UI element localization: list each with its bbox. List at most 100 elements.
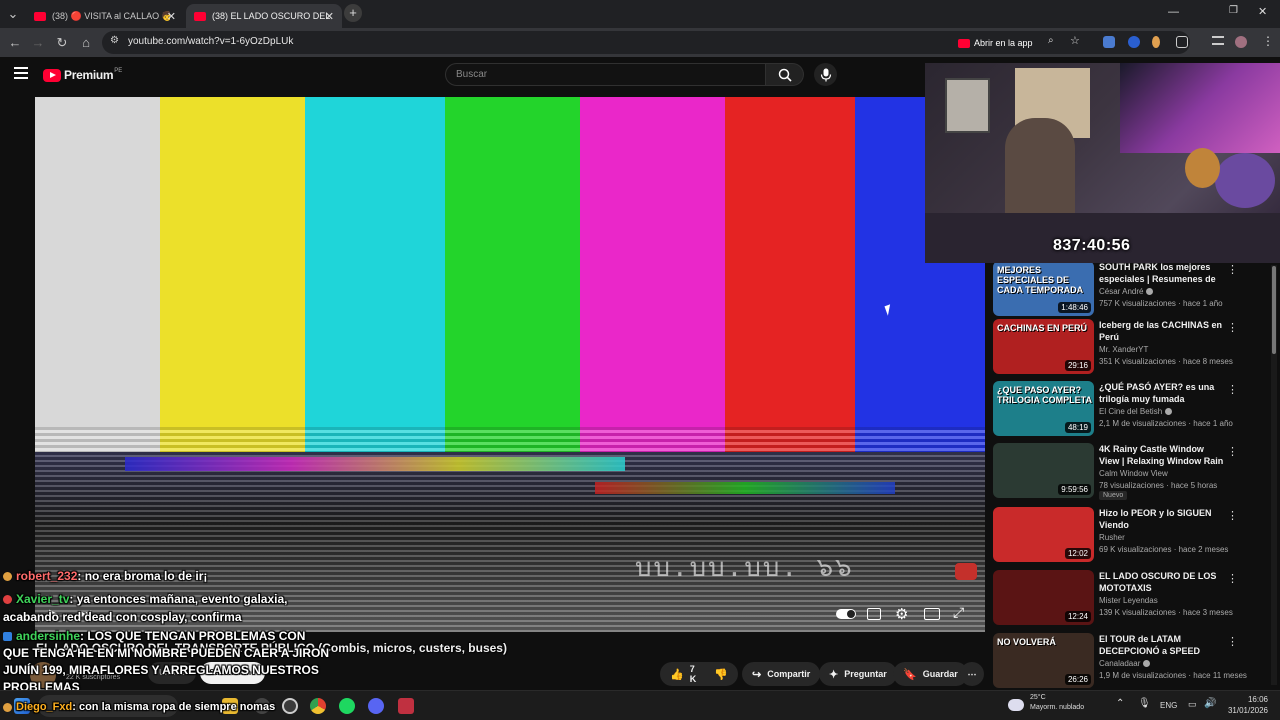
video-thumbnail[interactable]: 9:59:56 [993, 443, 1094, 498]
close-tab-icon[interactable]: ✕ [325, 10, 334, 23]
video-thumbnail[interactable]: ¿QUE PASO AYER? TRILOGIA COMPLETA 48:19 [993, 381, 1094, 436]
new-tab-button[interactable]: + [344, 4, 362, 22]
thumbnail-text: CACHINAS EN PERÚ [997, 323, 1088, 333]
save-button[interactable]: 🔖 Guardar [893, 662, 968, 686]
more-options-icon[interactable]: ⋮ [1227, 383, 1238, 396]
tab-search-icon[interactable]: ⌄ [5, 6, 21, 22]
minimize-icon[interactable]: — [1168, 6, 1179, 18]
share-button[interactable]: ↪ Compartir [742, 662, 821, 686]
audio-extension-icon[interactable] [1128, 36, 1140, 48]
channel-name[interactable]: César André [1099, 287, 1154, 296]
browser-menu-icon[interactable]: ⋮ [1262, 34, 1274, 48]
youtube-favicon-icon [34, 11, 46, 21]
network-icon[interactable]: ▭ [1188, 699, 1197, 710]
system-clock[interactable]: 16:06 31/01/2026 [1222, 694, 1268, 716]
language-indicator[interactable]: ENG [1160, 701, 1177, 710]
like-dislike-group[interactable]: 👍 7 K 👎 [660, 662, 738, 686]
video-title[interactable]: EL LADO OSCURO DE LOS MOTOTAXIS [1099, 570, 1224, 594]
microphone-tray-icon[interactable]: 🎙 [1138, 698, 1151, 709]
more-options-icon[interactable]: ⋮ [1227, 445, 1238, 458]
restore-icon[interactable]: ❐ [1229, 5, 1238, 16]
more-options-icon[interactable]: ⋮ [1227, 635, 1238, 648]
extension-icon[interactable] [1152, 36, 1160, 48]
like-icon[interactable]: 👍 [670, 668, 684, 681]
recommendation-item[interactable]: MEJORES ESPECIALES DE CADA TEMPORADA 1:4… [993, 263, 1268, 319]
more-options-icon[interactable]: ⋮ [1227, 572, 1238, 585]
video-title[interactable]: ¿QUÉ PASÓ AYER? es una trilogía muy fuma… [1099, 381, 1224, 405]
home-icon[interactable]: ⌂ [78, 35, 94, 50]
video-thumbnail[interactable]: 12:24 [993, 570, 1094, 625]
ask-button[interactable]: ✦ Preguntar [819, 662, 897, 686]
subtitles-icon[interactable] [867, 608, 881, 620]
hamburger-menu-icon[interactable] [14, 67, 28, 79]
search-box[interactable] [445, 63, 766, 86]
more-options-icon[interactable]: ⋮ [1227, 509, 1238, 522]
sidebar-scrollbar-thumb[interactable] [1272, 266, 1276, 354]
recommendation-item[interactable]: ¿QUE PASO AYER? TRILOGIA COMPLETA 48:19 … [993, 381, 1268, 439]
more-options-icon[interactable]: ⋮ [1227, 321, 1238, 334]
microphone-icon [820, 68, 831, 81]
more-options-icon[interactable]: ⋮ [1227, 263, 1238, 276]
weather-temp: 25°C [1030, 694, 1046, 701]
chat-badge-icon [3, 632, 12, 642]
discord-icon[interactable] [368, 698, 384, 714]
recommendation-item[interactable]: NO VOLVERÁ 26:26 El TOUR de LATAM DECEPC… [993, 633, 1268, 688]
bookmark-star-icon[interactable]: ☆ [1070, 34, 1080, 47]
voice-search-button[interactable] [814, 63, 837, 86]
tray-chevron-icon[interactable]: ⌃ [1116, 698, 1124, 709]
channel-name[interactable]: Mr. XanderYT [1099, 345, 1148, 354]
address-bar[interactable]: ⚙ youtube.com/watch?v=1-6yOzDpLUk Abrir … [102, 31, 1190, 54]
channel-label: Calm Window View [1099, 469, 1168, 478]
video-meta: 2,1 M de visualizaciones · hace 1 año [1099, 419, 1233, 428]
weather-widget[interactable]: 25°C Mayorm. nublado [1030, 693, 1084, 713]
channel-name[interactable]: Calm Window View [1099, 469, 1168, 478]
media-control-icon[interactable] [1212, 36, 1224, 45]
recommendation-item[interactable]: 9:59:56 4K Rainy Castle Window View | Re… [993, 443, 1268, 501]
volume-icon[interactable]: 🔊 [1204, 698, 1216, 709]
video-thumbnail[interactable]: 12:02 [993, 507, 1094, 562]
theater-mode-icon[interactable] [924, 608, 940, 620]
channel-name[interactable]: Canaladaar [1099, 659, 1151, 668]
translate-extension-icon[interactable] [1103, 36, 1115, 48]
video-title[interactable]: 4K Rainy Castle Window View | Relaxing W… [1099, 443, 1224, 467]
reload-icon[interactable]: ↻ [54, 35, 70, 51]
youtube-premium-logo[interactable]: Premium PE [43, 68, 122, 82]
video-title[interactable]: Hizo lo PEOR y lo SIGUEN Viendo [1099, 507, 1224, 531]
channel-name[interactable]: Rusher [1099, 533, 1125, 542]
puzzle-extensions-icon[interactable] [1176, 36, 1188, 48]
url-text[interactable]: youtube.com/watch?v=1-6yOzDpLUk [128, 36, 293, 47]
close-tab-icon[interactable]: ✕ [167, 10, 176, 23]
open-in-app-button[interactable]: Abrir en la app [958, 36, 1033, 50]
tab-lado-oscuro[interactable]: (38) EL LADO OSCURO DEL TRANS ✕ [186, 4, 342, 28]
site-info-icon[interactable]: ⚙ [110, 35, 119, 46]
close-window-icon[interactable]: ✕ [1258, 5, 1267, 18]
back-icon[interactable]: ← [7, 35, 23, 50]
chrome-icon[interactable] [310, 698, 326, 714]
app-icon[interactable] [282, 698, 298, 714]
settings-gear-icon[interactable]: ⚙ [895, 605, 908, 623]
recommendation-item[interactable]: CACHINAS EN PERÚ 29:16 Iceberg de las CA… [993, 319, 1268, 377]
video-thumbnail[interactable]: NO VOLVERÁ 26:26 [993, 633, 1094, 688]
video-title[interactable]: SOUTH PARK los mejores especiales | Resu… [1099, 263, 1224, 285]
forward-icon[interactable]: → [30, 35, 46, 50]
recommendation-item[interactable]: 12:02 Hizo lo PEOR y lo SIGUEN Viendo Ru… [993, 507, 1268, 565]
channel-name[interactable]: El Cine del Betish [1099, 407, 1173, 416]
video-player[interactable]: บบ.บบ.บบ. ๖๖ ⚙ ⤢ ▶ ⏭ [35, 97, 985, 632]
zoom-icon[interactable]: ⌕ [1048, 35, 1054, 46]
more-actions-button[interactable]: ⋯ [960, 662, 984, 686]
video-title[interactable]: Iceberg de las CACHINAS en Perú [1099, 319, 1224, 343]
video-thumbnail[interactable]: MEJORES ESPECIALES DE CADA TEMPORADA 1:4… [993, 263, 1094, 316]
search-button[interactable] [766, 63, 804, 86]
search-input[interactable] [456, 69, 746, 80]
autoplay-toggle[interactable] [836, 609, 856, 619]
channel-name[interactable]: Mister Leyendas [1099, 596, 1158, 605]
tab-visita-callao[interactable]: (38) 🔴 VISITA al CALLAO 🧒 ✕ [26, 4, 184, 28]
spotify-icon[interactable] [339, 698, 355, 714]
fullscreen-icon[interactable]: ⤢ [953, 604, 964, 621]
video-title[interactable]: El TOUR de LATAM DECEPCIONÓ a SPEED [1099, 633, 1224, 657]
recommendation-item[interactable]: 12:24 EL LADO OSCURO DE LOS MOTOTAXIS Mi… [993, 570, 1268, 628]
profile-avatar-icon[interactable] [1235, 36, 1247, 48]
app-icon[interactable] [398, 698, 414, 714]
dislike-icon[interactable]: 👎 [714, 668, 728, 681]
video-thumbnail[interactable]: CACHINAS EN PERÚ 29:16 [993, 319, 1094, 374]
